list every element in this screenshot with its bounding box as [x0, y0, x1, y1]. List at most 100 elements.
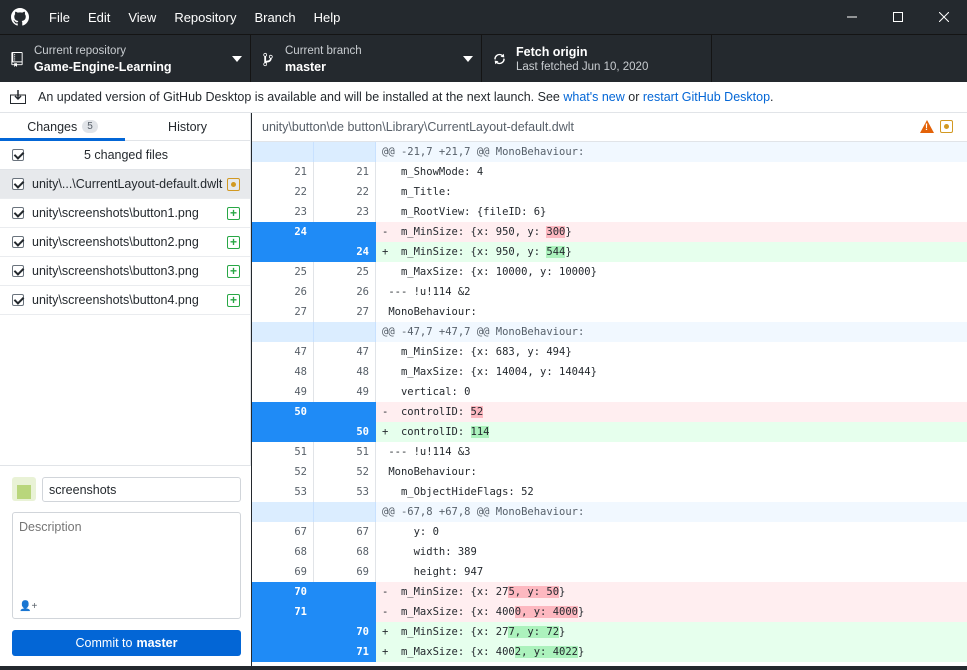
window-controls: [829, 0, 967, 34]
diff-context-line[interactable]: 22 22 m_Title:: [252, 182, 967, 202]
diff-deleted-line[interactable]: 71 - m_MaxSize: {x: 4000, y: 4000}: [252, 602, 967, 622]
file-checkbox[interactable]: [12, 236, 24, 248]
diff-context-line[interactable]: 27 27 MonoBehaviour:: [252, 302, 967, 322]
current-branch-button[interactable]: Current branch master: [251, 35, 482, 83]
file-checkbox[interactable]: [12, 178, 24, 190]
diff-code: m_MinSize: {x: 683, y: 494}: [382, 346, 572, 358]
new-line-number: [314, 402, 376, 422]
whats-new-link[interactable]: what's new: [563, 90, 624, 104]
diff-context-line[interactable]: 47 47 m_MinSize: {x: 683, y: 494}: [252, 342, 967, 362]
fetch-origin-button[interactable]: Fetch origin Last fetched Jun 10, 2020: [482, 35, 712, 83]
file-name: unity\screenshots\button1.png: [32, 206, 199, 220]
new-line-number: 70: [314, 622, 376, 642]
diff-file-path: unity\button\de button\Library\CurrentLa…: [262, 120, 574, 134]
diff-code-text: }: [565, 226, 572, 238]
minimize-icon: [847, 16, 857, 18]
file-checkbox[interactable]: [12, 294, 24, 306]
diff-deleted-line[interactable]: 70 - m_MinSize: {x: 275, y: 50}: [252, 582, 967, 602]
tab-history-label: History: [168, 119, 207, 134]
branch-icon: [251, 52, 285, 67]
changes-header: 5 changed files: [0, 141, 250, 170]
diff-deleted-line[interactable]: 50 - controlID: 52: [252, 402, 967, 422]
diff-context-line[interactable]: 68 68 width: 389: [252, 542, 967, 562]
diff-context-line[interactable]: 52 52 MonoBehaviour:: [252, 462, 967, 482]
diff-context-line[interactable]: 26 26 --- !u!114 &2: [252, 282, 967, 302]
branch-label: Current branch: [285, 44, 362, 57]
diff-hunk-header[interactable]: @@ -21,7 +21,7 @@ MonoBehaviour:: [252, 142, 967, 162]
diff-context-line[interactable]: 51 51 --- !u!114 &3: [252, 442, 967, 462]
diff-code: MonoBehaviour:: [382, 466, 477, 478]
diff-context-line[interactable]: 48 48 m_MaxSize: {x: 14004, y: 14044}: [252, 362, 967, 382]
diff-code-text: - m_MinSize: {x: 27: [382, 586, 509, 598]
diff-code-text: + m_MinSize: {x: 950, y:: [382, 246, 547, 258]
old-line-number: 24: [252, 222, 314, 242]
old-line-number: 47: [252, 342, 314, 362]
add-coauthor-icon[interactable]: 👤+: [19, 601, 37, 612]
diff-hunk-header[interactable]: @@ -67,8 +67,8 @@ MonoBehaviour:: [252, 502, 967, 522]
banner-text: An updated version of GitHub Desktop is …: [38, 90, 560, 104]
diff-hunk-header[interactable]: @@ -47,7 +47,7 @@ MonoBehaviour:: [252, 322, 967, 342]
menu-branch[interactable]: Branch: [245, 10, 304, 25]
file-list-item[interactable]: unity\...\CurrentLayout-default.dwlt: [0, 170, 250, 199]
diff-code: + controlID: 114: [376, 422, 967, 442]
diff-code-text: - controlID:: [382, 406, 471, 418]
file-checkbox[interactable]: [12, 207, 24, 219]
close-window-button[interactable]: [921, 0, 967, 34]
diff-added-line[interactable]: 24 + m_MinSize: {x: 950, y: 544}: [252, 242, 967, 262]
new-line-number: 51: [314, 442, 376, 462]
old-line-number: 21: [252, 162, 314, 182]
diff-added-line[interactable]: 71 + m_MaxSize: {x: 4002, y: 4022}: [252, 642, 967, 662]
commit-button[interactable]: Commit to master: [12, 630, 241, 656]
commit-summary-input[interactable]: [42, 477, 241, 502]
diff-highlight: 5, y: 50: [508, 586, 560, 598]
diff-context-line[interactable]: 21 21 m_ShowMode: 4: [252, 162, 967, 182]
diff-context-line[interactable]: 23 23 m_RootView: {fileID: 6}: [252, 202, 967, 222]
file-list-item[interactable]: unity\screenshots\button4.png +: [0, 286, 250, 315]
diff-code: + m_MinSize: {x: 277, y: 72}: [376, 622, 967, 642]
diff-highlight: 52: [470, 406, 484, 418]
diff-added-line[interactable]: 70 + m_MinSize: {x: 277, y: 72}: [252, 622, 967, 642]
old-line-number: 26: [252, 282, 314, 302]
file-list-item[interactable]: unity\screenshots\button2.png +: [0, 228, 250, 257]
new-line-number: 24: [314, 242, 376, 262]
menu-file[interactable]: File: [40, 10, 79, 25]
file-list-item[interactable]: unity\screenshots\button1.png +: [0, 199, 250, 228]
old-line-number: 52: [252, 462, 314, 482]
menu-view[interactable]: View: [119, 10, 165, 25]
diff-code-text: }: [559, 586, 566, 598]
avatar: [12, 477, 36, 501]
restart-link[interactable]: restart GitHub Desktop: [643, 90, 770, 104]
current-repository-button[interactable]: Current repository Game-Engine-Learning: [0, 35, 251, 83]
tab-history[interactable]: History: [125, 113, 250, 140]
diff-deleted-line[interactable]: 24 - m_MinSize: {x: 950, y: 300}: [252, 222, 967, 242]
menu-edit[interactable]: Edit: [79, 10, 119, 25]
new-line-number: 25: [314, 262, 376, 282]
diff-context-line[interactable]: 69 69 height: 947: [252, 562, 967, 582]
menu-help[interactable]: Help: [305, 10, 350, 25]
diff-context-line[interactable]: 49 49 vertical: 0: [252, 382, 967, 402]
old-line-number: 68: [252, 542, 314, 562]
diff-context-line[interactable]: 67 67 y: 0: [252, 522, 967, 542]
file-list-item[interactable]: unity\screenshots\button3.png +: [0, 257, 250, 286]
diff-code: @@ -21,7 +21,7 @@ MonoBehaviour:: [382, 146, 585, 158]
diff-context-line[interactable]: 25 25 m_MaxSize: {x: 10000, y: 10000}: [252, 262, 967, 282]
diff-context-line[interactable]: 53 53 m_ObjectHideFlags: 52: [252, 482, 967, 502]
diff-code-text: }: [577, 646, 585, 658]
maximize-icon: [893, 12, 903, 22]
diff-added-line[interactable]: 50 + controlID: 114: [252, 422, 967, 442]
commit-description-input[interactable]: [13, 513, 240, 593]
diff-code-text: - m_MaxSize: {x: 400: [382, 606, 515, 618]
maximize-button[interactable]: [875, 0, 921, 34]
select-all-checkbox[interactable]: [12, 149, 24, 161]
menu-repository[interactable]: Repository: [165, 10, 245, 25]
tab-changes[interactable]: Changes 5: [0, 113, 125, 141]
new-line-number: 23: [314, 202, 376, 222]
file-checkbox[interactable]: [12, 265, 24, 277]
new-line-number: [314, 582, 376, 602]
new-line-number: [314, 142, 376, 162]
minimize-button[interactable]: [829, 0, 875, 34]
old-line-number: [252, 422, 314, 442]
new-line-number: [314, 222, 376, 242]
repo-label: Current repository: [34, 44, 127, 57]
new-line-number: 22: [314, 182, 376, 202]
